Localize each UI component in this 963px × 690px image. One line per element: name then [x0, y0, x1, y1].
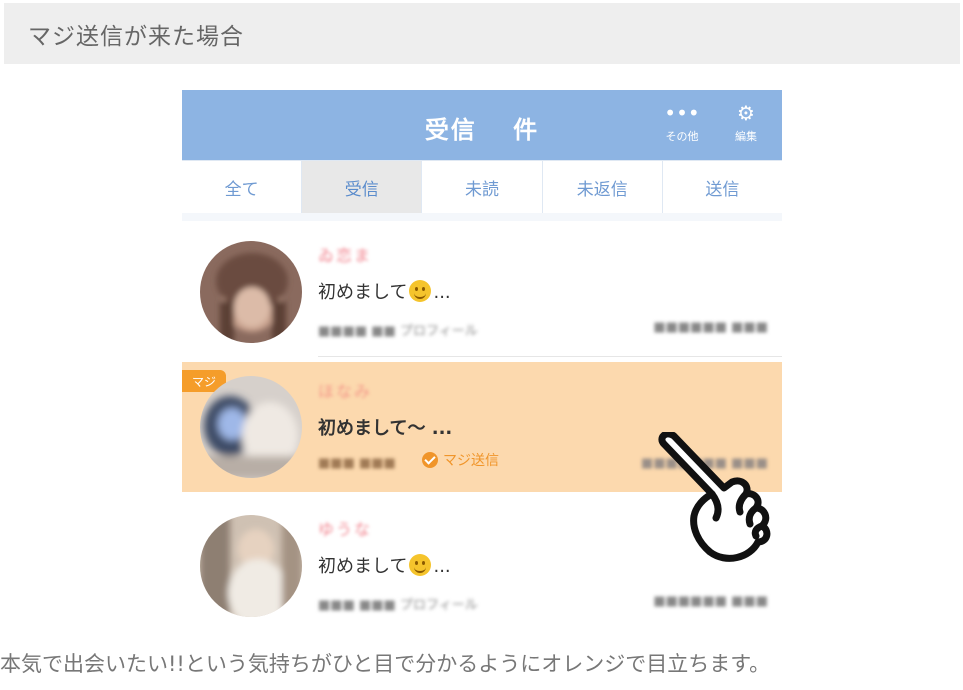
message-preview: 初めまして～ ... — [318, 418, 453, 439]
maji-status: マジ送信 — [422, 450, 499, 470]
tab-unreplied[interactable]: 未返信 — [543, 161, 663, 213]
avatar — [200, 241, 302, 343]
message-row[interactable]: ゐ恋ま 初めまして... ■■■■ ■■ プロフィール ■■■■■■ ■■■ — [182, 226, 782, 357]
sender-meta: ■■■ ■■■ — [318, 456, 396, 471]
message-text: 初めまして — [318, 556, 408, 577]
maji-status-label: マジ送信 — [443, 453, 499, 469]
message-date: ■■■■■■ ■■■ — [653, 594, 768, 609]
sender-meta: ■■■■ ■■ プロフィール — [318, 324, 478, 339]
pointing-hand-icon — [658, 432, 771, 562]
avatar-photo — [200, 241, 302, 343]
message-date: ■■■■■■ ■■■ — [653, 320, 768, 335]
sender-meta: ■■■ ■■■ プロフィール — [318, 598, 478, 613]
tab-unread[interactable]: 未読 — [422, 161, 543, 213]
sender-name: ゐ恋ま — [318, 246, 373, 265]
message-ellipsis: ... — [433, 282, 451, 303]
section-title: マジ送信が来た場合 — [28, 24, 244, 50]
avatar-photo — [200, 376, 302, 478]
avatar — [200, 376, 302, 478]
sender-name: ゆうな — [318, 520, 373, 539]
app-screenshot: 受信 件 ••• その他 ⚙ 編集 全て 受信 未読 未返信 送信 ゐ恋ま 初め… — [182, 90, 782, 620]
edit-button[interactable]: ⚙ 編集 — [718, 102, 774, 152]
gear-icon: ⚙ — [737, 101, 755, 125]
message-text: 初めまして — [318, 282, 408, 303]
filter-tabs: 全て 受信 未読 未返信 送信 — [182, 160, 782, 214]
more-dots-icon: ••• — [664, 101, 700, 125]
divider — [182, 213, 782, 221]
avatar-photo — [200, 515, 302, 617]
smile-emoji-icon — [409, 554, 432, 576]
caption-text: 本気で出会いたい!!という気持ちがひと目で分かるようにオレンジで目立ちます。 — [0, 652, 771, 676]
app-header: 受信 件 ••• その他 ⚙ 編集 — [182, 90, 782, 160]
smile-emoji-icon — [409, 280, 432, 302]
section-header: マジ送信が来た場合 — [4, 3, 960, 64]
row-separator — [318, 356, 782, 357]
tab-sent[interactable]: 送信 — [663, 161, 782, 213]
check-circle-icon — [422, 452, 438, 468]
more-label: その他 — [665, 130, 699, 143]
message-preview: 初めまして... — [318, 552, 451, 578]
avatar — [200, 515, 302, 617]
sender-name: ほなみ — [318, 382, 373, 401]
message-preview: 初めまして... — [318, 278, 451, 304]
more-button[interactable]: ••• その他 — [654, 102, 710, 152]
tab-all[interactable]: 全て — [182, 161, 303, 213]
message-ellipsis: ... — [433, 556, 451, 577]
edit-label: 編集 — [735, 130, 757, 143]
tab-received[interactable]: 受信 — [302, 161, 423, 213]
